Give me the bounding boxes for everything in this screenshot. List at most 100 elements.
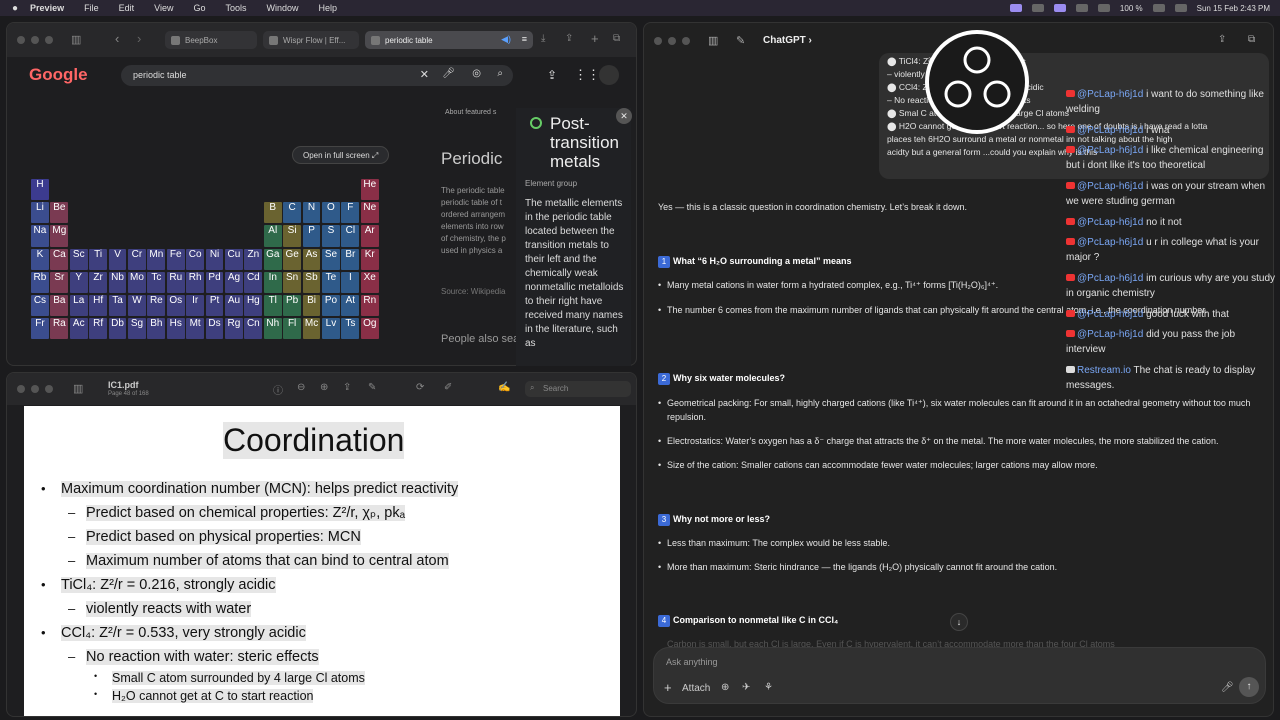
- highlight-icon[interactable]: ✐: [444, 382, 452, 393]
- cloud-icon[interactable]: [1031, 4, 1044, 12]
- scroll-down-button[interactable]: ↓: [950, 613, 968, 631]
- share-page-icon[interactable]: ⇪: [547, 68, 557, 82]
- zoom-out-icon[interactable]: ⊖: [297, 382, 305, 393]
- element-ta[interactable]: Ta: [108, 295, 127, 317]
- element-og[interactable]: Og: [360, 318, 379, 340]
- element-cu[interactable]: Cu: [225, 248, 243, 270]
- battery-level[interactable]: 100 %: [1120, 4, 1143, 13]
- element-bi[interactable]: Bi: [302, 295, 321, 317]
- element-nb[interactable]: Nb: [108, 271, 127, 293]
- element-k[interactable]: K: [31, 248, 49, 270]
- element-br[interactable]: Br: [341, 248, 360, 270]
- zoom-in-icon[interactable]: ⊕: [320, 382, 328, 393]
- element-ra[interactable]: Ra: [50, 318, 69, 340]
- element-pb[interactable]: Pb: [283, 295, 302, 317]
- spotlight-icon[interactable]: [1174, 4, 1187, 12]
- tab-overview-icon[interactable]: ⧉: [613, 33, 620, 44]
- popout-icon[interactable]: ⧉: [1248, 34, 1255, 45]
- element-cs[interactable]: Cs: [31, 295, 49, 317]
- connector-icon[interactable]: ⚘: [764, 682, 773, 693]
- element-al[interactable]: Al: [263, 225, 282, 247]
- element-ba[interactable]: Ba: [50, 295, 69, 317]
- element-os[interactable]: Os: [166, 295, 185, 317]
- element-ar[interactable]: Ar: [360, 225, 379, 247]
- menu-app-name[interactable]: Preview: [30, 3, 64, 13]
- element-ge[interactable]: Ge: [283, 248, 302, 270]
- element-tl[interactable]: Tl: [263, 295, 282, 317]
- element-mo[interactable]: Mo: [128, 271, 146, 293]
- model-selector[interactable]: ChatGPT ›: [763, 35, 812, 46]
- menu-tools[interactable]: Tools: [225, 3, 246, 13]
- sidebar-toggle-icon[interactable]: ▥: [71, 33, 81, 46]
- mic-icon[interactable]: 🎤︎: [442, 68, 455, 79]
- element-s[interactable]: S: [322, 225, 340, 247]
- open-full-screen-button[interactable]: Open in full screen ⤢: [292, 146, 390, 164]
- minimize-window-button[interactable]: [31, 36, 39, 44]
- new-chat-icon[interactable]: ✎: [736, 34, 745, 47]
- element-hs[interactable]: Hs: [166, 318, 185, 340]
- element-b[interactable]: B: [263, 202, 282, 224]
- element-hg[interactable]: Hg: [244, 295, 263, 317]
- element-bh[interactable]: Bh: [147, 318, 166, 340]
- element-h[interactable]: H: [31, 179, 49, 201]
- element-au[interactable]: Au: [225, 295, 243, 317]
- element-ir[interactable]: Ir: [186, 295, 205, 317]
- element-ac[interactable]: Ac: [69, 318, 88, 340]
- element-sg[interactable]: Sg: [128, 318, 146, 340]
- forward-icon[interactable]: ›: [137, 31, 141, 46]
- element-as[interactable]: As: [302, 248, 321, 270]
- element-at[interactable]: At: [341, 295, 360, 317]
- element-ne[interactable]: Ne: [360, 202, 379, 224]
- element-xe[interactable]: Xe: [360, 271, 379, 293]
- element-ti[interactable]: Ti: [89, 248, 108, 270]
- element-na[interactable]: Na: [31, 225, 49, 247]
- element-rh[interactable]: Rh: [186, 271, 205, 293]
- element-ca[interactable]: Ca: [50, 248, 69, 270]
- element-co[interactable]: Co: [186, 248, 205, 270]
- element-si[interactable]: Si: [283, 225, 302, 247]
- element-in[interactable]: In: [263, 271, 282, 293]
- element-y[interactable]: Y: [69, 271, 88, 293]
- apple-icon[interactable]: ●: [12, 3, 18, 14]
- new-tab-icon[interactable]: +: [591, 31, 599, 46]
- element-ts[interactable]: Ts: [341, 318, 360, 340]
- menu-edit[interactable]: Edit: [119, 3, 135, 13]
- google-logo[interactable]: Google: [29, 65, 88, 85]
- screen-record-icon[interactable]: [1009, 4, 1022, 12]
- element-c[interactable]: C: [283, 202, 302, 224]
- element-ds[interactable]: Ds: [205, 318, 224, 340]
- element-he[interactable]: He: [360, 179, 379, 201]
- element-zr[interactable]: Zr: [89, 271, 108, 293]
- mic-icon[interactable]: 🎤︎: [1221, 682, 1234, 693]
- element-f[interactable]: F: [341, 202, 360, 224]
- element-cl[interactable]: Cl: [341, 225, 360, 247]
- element-ga[interactable]: Ga: [263, 248, 282, 270]
- element-db[interactable]: Db: [108, 318, 127, 340]
- apps-icon[interactable]: ⋮⋮: [574, 67, 600, 83]
- element-n[interactable]: N: [302, 202, 321, 224]
- element-ru[interactable]: Ru: [166, 271, 185, 293]
- volume-icon[interactable]: [1075, 4, 1088, 12]
- element-cn[interactable]: Cn: [244, 318, 263, 340]
- element-rb[interactable]: Rb: [31, 271, 49, 293]
- element-cd[interactable]: Cd: [244, 271, 263, 293]
- element-sr[interactable]: Sr: [50, 271, 69, 293]
- audio-icon[interactable]: ◀): [501, 34, 511, 45]
- element-sc[interactable]: Sc: [69, 248, 88, 270]
- plus-icon[interactable]: +: [664, 680, 672, 695]
- sidebar-toggle-icon[interactable]: ▥: [73, 382, 83, 395]
- element-mt[interactable]: Mt: [186, 318, 205, 340]
- element-be[interactable]: Be: [50, 202, 69, 224]
- element-w[interactable]: W: [128, 295, 146, 317]
- element-te[interactable]: Te: [322, 271, 340, 293]
- menu-help[interactable]: Help: [319, 3, 338, 13]
- element-sb[interactable]: Sb: [302, 271, 321, 293]
- avatar[interactable]: [599, 65, 619, 85]
- back-icon[interactable]: ‹: [115, 31, 119, 46]
- clear-icon[interactable]: ✕: [420, 68, 429, 81]
- annotate-icon[interactable]: ✍: [498, 382, 510, 393]
- message-input[interactable]: Ask anything: [666, 657, 718, 667]
- element-pt[interactable]: Pt: [205, 295, 224, 317]
- tab-periodic-table[interactable]: periodic table ◀) ≡: [365, 31, 533, 49]
- info-icon[interactable]: ⓘ: [273, 382, 283, 397]
